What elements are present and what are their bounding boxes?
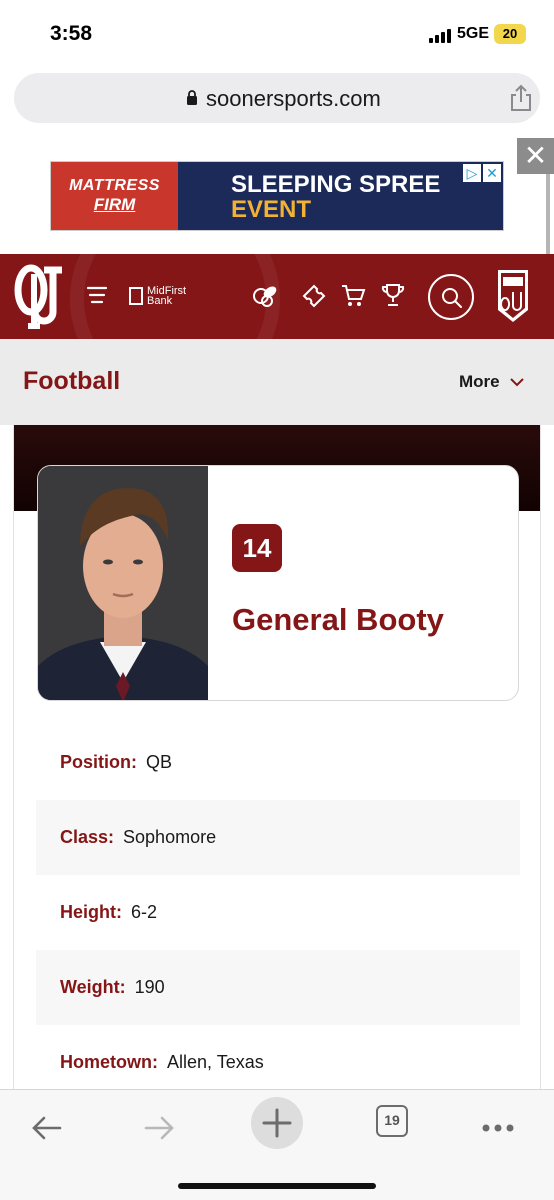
search-button[interactable] [428,274,474,320]
bio-label: Height: [60,902,122,922]
midfirst-bank-logo[interactable]: MidFirst Bank [129,286,186,307]
address-bar[interactable]: soonersports.com [14,73,540,123]
ad-brand-line2: FIRM [93,195,136,214]
ad-choices-icon[interactable]: ▷ [463,164,481,182]
roster-profile: 14 General Booty Position: QB Class: Sop… [13,425,541,1090]
battery-icon: 20 [494,24,526,44]
ad-brand-line1: MATTRESS [69,177,160,194]
bio-value: QB [146,752,173,772]
bio-label: Weight: [60,977,126,997]
tabs-count-button[interactable]: 19 [376,1105,408,1137]
browser-toolbar: 19 [0,1089,554,1200]
forward-arrow-icon[interactable] [140,1108,180,1148]
bio-value: Allen, Texas [167,1052,264,1072]
close-ad-button[interactable]: ✕ [517,138,554,174]
bio-row-position: Position: QB [36,725,520,800]
lock-icon [187,90,197,105]
section-title[interactable]: Football [23,367,120,396]
cellular-signal-icon [429,28,451,43]
more-label: More [459,372,500,391]
trophy-icon[interactable] [380,282,406,308]
jersey-number-badge: 14 [232,524,282,572]
bio-label: Position: [60,752,137,772]
ad-headline-2: EVENT [231,196,312,223]
section-subnav: Football More [0,339,554,425]
cart-icon[interactable] [340,282,366,308]
home-indicator[interactable] [178,1183,376,1189]
ad-brand-block: MATTRESS FIRM [51,162,178,230]
menu-icon[interactable] [86,284,108,306]
ad-close-x-icon[interactable]: ✕ [483,164,501,182]
search-icon [442,288,462,308]
player-bio-list: Position: QB Class: Sophomore Height: 6-… [36,725,520,1100]
bank-mark-icon [129,287,143,305]
bio-row-weight: Weight: 190 [36,950,520,1025]
more-options-icon[interactable] [478,1108,518,1148]
bio-row-height: Height: 6-2 [36,875,520,950]
player-card: 14 General Booty [37,465,519,701]
sooner-club-logo-icon[interactable] [496,268,530,324]
plus-icon [262,1108,292,1138]
site-header: MidFirst Bank [0,254,554,339]
url-text[interactable]: soonersports.com [206,86,381,112]
bio-value: 190 [134,977,165,997]
more-menu-button[interactable]: More [459,372,524,392]
player-headshot [38,466,208,700]
new-tab-button[interactable] [251,1097,303,1149]
chevron-down-icon [509,378,524,387]
advertisement-banner[interactable]: MATTRESS FIRM SLEEPING SPREE EVENT ▷ ✕ [50,161,504,231]
status-time: 3:58 [50,22,93,45]
bio-value: Sophomore [123,827,217,847]
bank-name-line2: Bank [147,295,173,307]
share-icon[interactable] [508,83,534,113]
ad-choices[interactable]: ▷ ✕ [463,164,501,182]
back-arrow-icon[interactable] [26,1108,66,1148]
player-name: General Booty [232,602,444,637]
bio-label: Class: [60,827,115,847]
status-bar: 3:58 5GE 20 [0,0,554,70]
ad-headline-block: SLEEPING SPREE EVENT [178,162,503,230]
bio-value: 6-2 [131,902,158,922]
sports-balls-icon[interactable] [252,282,278,308]
bio-label: Hometown: [60,1052,158,1072]
tickets-icon[interactable] [300,282,326,308]
ou-logo-icon[interactable] [14,264,70,330]
bio-row-class: Class: Sophomore [36,800,520,875]
network-type: 5GE [457,25,490,42]
